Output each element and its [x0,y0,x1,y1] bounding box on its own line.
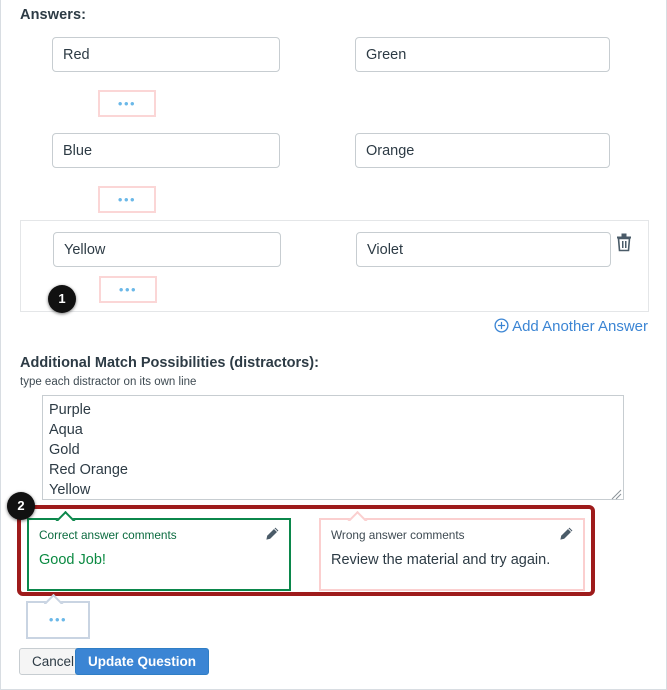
distractors-hint: type each distractor on its own line [20,376,197,388]
answer-comment-stub[interactable]: ••• [98,90,156,117]
answer-left-input[interactable] [52,37,280,72]
answer-right-input[interactable] [355,133,610,168]
question-editor-panel: Answers: ••• ••• ••• [0,0,667,690]
add-another-answer-label: Add Another Answer [512,318,648,335]
update-question-button[interactable]: Update Question [75,648,210,675]
answer-left-input[interactable] [52,133,280,168]
answer-comment-stub[interactable]: ••• [99,276,157,303]
distractors-textarea[interactable]: Purple Aqua Gold Red Orange Yellow [42,395,624,500]
wrong-answer-comment-box[interactable]: Wrong answer comments Review the materia… [319,518,585,591]
marker-badge-1: 1 [48,285,76,313]
callout-notch [347,511,369,521]
callout-notch [55,511,77,521]
correct-comment-text: Good Job! [39,552,106,568]
answer-right-input[interactable] [356,232,611,267]
answer-left-input[interactable] [53,232,281,267]
answer-right-input[interactable] [355,37,610,72]
add-another-answer-link[interactable]: Add Another Answer [494,318,648,337]
correct-answer-comment-box[interactable]: Correct answer comments Good Job! [27,518,291,591]
correct-comment-title: Correct answer comments [39,528,177,542]
ellipsis-icon: ••• [48,612,68,627]
marker-badge-2: 2 [7,492,35,520]
callout-notch [44,594,64,604]
wrong-comment-text: Review the material and try again. [331,552,551,568]
answer-row-selected: ••• [20,220,649,312]
answer-row: ••• [20,37,649,127]
circle-plus-icon [494,318,509,337]
ellipsis-icon: ••• [117,191,137,207]
answer-row: ••• [20,133,649,223]
answers-heading: Answers: [20,7,87,23]
pencil-icon[interactable] [558,526,574,542]
distractors-label: Additional Match Possibilities (distract… [20,355,319,371]
ellipsis-icon: ••• [118,281,138,297]
trash-icon[interactable] [614,231,634,253]
general-comment-stub[interactable]: ••• [26,601,90,639]
answer-comment-stub[interactable]: ••• [98,186,156,213]
ellipsis-icon: ••• [117,95,137,111]
wrong-comment-title: Wrong answer comments [331,528,465,542]
pencil-icon[interactable] [264,526,280,542]
